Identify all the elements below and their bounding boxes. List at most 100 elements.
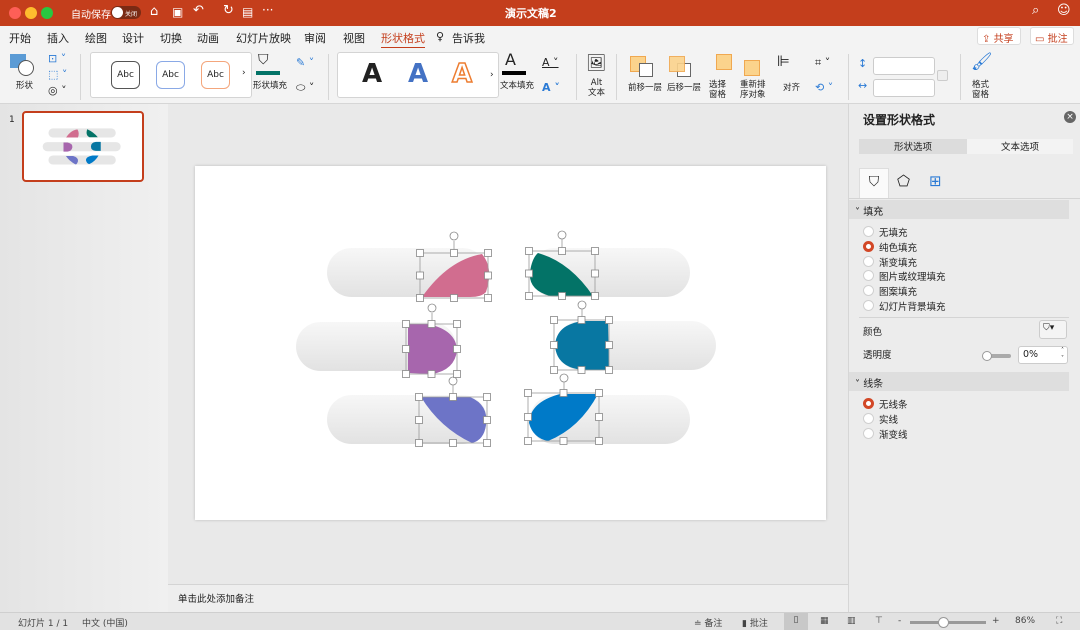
line-section-header[interactable]: ˅ 线条 (849, 372, 1069, 391)
resize-handle[interactable] (402, 370, 410, 378)
resize-handle[interactable] (402, 320, 410, 328)
tab-tell-me[interactable]: 告诉我 (452, 30, 485, 46)
color-picker-button[interactable]: ⛉▾ (1039, 320, 1067, 339)
resize-handle[interactable] (525, 292, 533, 300)
align-label[interactable]: 对齐 (783, 83, 800, 93)
text-fill-label[interactable]: 文本填充 (500, 81, 534, 91)
gallery-more-arrow[interactable]: › (242, 68, 246, 78)
resize-handle[interactable] (453, 320, 461, 328)
resize-handle[interactable] (453, 370, 461, 378)
transparency-input[interactable]: 0% ˄ ˅ (1018, 346, 1068, 364)
tab-slideshow[interactable]: 幻灯片放映 (236, 30, 291, 46)
resize-handle[interactable] (427, 320, 436, 328)
format-pane-brush-icon[interactable]: 🖌 (971, 52, 993, 72)
resize-handle[interactable] (595, 437, 603, 445)
selection-pane-label[interactable]: 选择 窗格 (709, 80, 726, 100)
comments-button[interactable]: ▭ 批注 (1030, 27, 1074, 45)
search-icon[interactable]: ⌕ (1032, 3, 1039, 18)
bring-forward-label[interactable]: 前移一层 (628, 83, 662, 93)
radio-solid-fill[interactable] (863, 241, 874, 252)
autosave-toggle[interactable]: 关闭 (111, 6, 141, 19)
resize-handle[interactable] (605, 316, 613, 324)
align-icon[interactable]: ⊫ (777, 52, 790, 70)
resize-handle[interactable] (416, 294, 424, 302)
tab-view[interactable]: 视图 (343, 30, 365, 46)
radio-gradient-fill[interactable] (863, 256, 874, 267)
radio-picture-fill[interactable] (863, 270, 874, 281)
notes-toggle[interactable]: ≐ 备注 (694, 616, 722, 629)
resize-handle[interactable] (415, 393, 423, 401)
resize-handle[interactable] (450, 294, 458, 302)
tab-review[interactable]: 审阅 (304, 30, 326, 46)
resize-handle[interactable] (550, 316, 558, 324)
resize-handle[interactable] (483, 393, 491, 401)
tab-draw[interactable]: 绘图 (85, 30, 107, 46)
shape-effects-icon[interactable]: ⬭ ˅ (296, 81, 314, 95)
resize-handle[interactable] (524, 413, 532, 421)
radio-no-fill[interactable] (863, 226, 874, 237)
merge-shapes-icon[interactable]: ◎ ˅ (48, 84, 67, 97)
slideshow-button[interactable]: ⊤ (875, 616, 883, 626)
tab-insert[interactable]: 插入 (47, 30, 69, 46)
zoom-slider[interactable] (910, 617, 986, 628)
language-indicator[interactable]: 中文 (中国) (82, 616, 128, 629)
redo-icon[interactable]: ↻ (223, 3, 234, 18)
fit-to-window-icon[interactable]: ⛶ (1056, 616, 1062, 626)
alt-text-icon[interactable]: 🖼 (586, 53, 606, 72)
slider-knob[interactable] (982, 351, 992, 361)
radio-solid-line[interactable] (863, 413, 874, 424)
resize-handle[interactable] (415, 416, 423, 424)
resize-handle[interactable] (524, 389, 532, 397)
zoom-level[interactable]: 86% (1015, 616, 1035, 626)
tab-animations[interactable]: 动画 (197, 30, 219, 46)
shape-outline-icon[interactable]: ✎ ˅ (296, 56, 314, 69)
resize-handle[interactable] (550, 366, 558, 374)
tab-transitions[interactable]: 切换 (160, 30, 182, 46)
transparency-slider[interactable] (982, 351, 1011, 361)
resize-handle[interactable] (595, 389, 603, 397)
radio-pattern-fill[interactable] (863, 285, 874, 296)
wordart-orange[interactable]: A (451, 58, 473, 90)
text-outline-icon[interactable]: A ˅ (542, 56, 559, 69)
close-window-button[interactable] (9, 7, 21, 19)
normal-view-button[interactable]: ▯ (784, 613, 808, 630)
resize-handle[interactable] (483, 416, 491, 424)
resize-handle[interactable] (484, 271, 492, 280)
undo-icon[interactable]: ↶ (193, 3, 204, 18)
zoom-slider-knob[interactable] (937, 617, 949, 628)
notes-placeholder[interactable]: 单击此处添加备注 (178, 591, 254, 605)
resize-handle[interactable] (525, 247, 533, 255)
shape-height-input[interactable] (873, 57, 935, 75)
shape-fill-icon[interactable]: ⛉ (258, 52, 269, 68)
resize-handle[interactable] (577, 366, 586, 374)
smiley-feedback-icon[interactable]: ☺ (1057, 3, 1071, 18)
resize-handle[interactable] (559, 437, 568, 445)
save-icon[interactable]: ▣ (172, 5, 183, 19)
resize-handle[interactable] (550, 341, 558, 349)
resize-handle[interactable] (591, 247, 599, 255)
slide-sorter-button[interactable]: ▦ (820, 616, 829, 626)
resize-handle[interactable] (605, 366, 613, 374)
send-backward-icon[interactable] (669, 56, 685, 72)
tab-text-options[interactable]: 文本选项 (967, 139, 1073, 154)
shape-style-orange[interactable]: Abc (201, 61, 230, 89)
resize-handle[interactable] (484, 294, 492, 302)
resize-handle[interactable] (416, 271, 424, 280)
shape-style-dark[interactable]: Abc (111, 61, 140, 89)
shape-style-blue[interactable]: Abc (156, 61, 185, 89)
size-properties-icon[interactable]: ⊞ (929, 172, 942, 190)
resize-handle[interactable] (558, 292, 566, 300)
radio-gradient-line[interactable] (863, 428, 874, 439)
resize-handle[interactable] (558, 247, 566, 255)
resize-handle[interactable] (449, 393, 457, 401)
resize-handle[interactable] (483, 439, 491, 447)
radio-no-line[interactable] (863, 398, 874, 409)
reorder-icon[interactable] (744, 60, 760, 76)
resize-handle[interactable] (416, 249, 424, 257)
close-pane-icon[interactable]: × (1064, 111, 1076, 123)
edit-shape-icon[interactable]: ⬚ ˅ (48, 68, 67, 81)
lock-aspect-checkbox[interactable] (937, 70, 948, 81)
wordart-blue[interactable]: A (408, 59, 428, 89)
slide-canvas[interactable] (195, 166, 826, 520)
text-box-icon[interactable]: ⊡ ˅ (48, 52, 66, 65)
